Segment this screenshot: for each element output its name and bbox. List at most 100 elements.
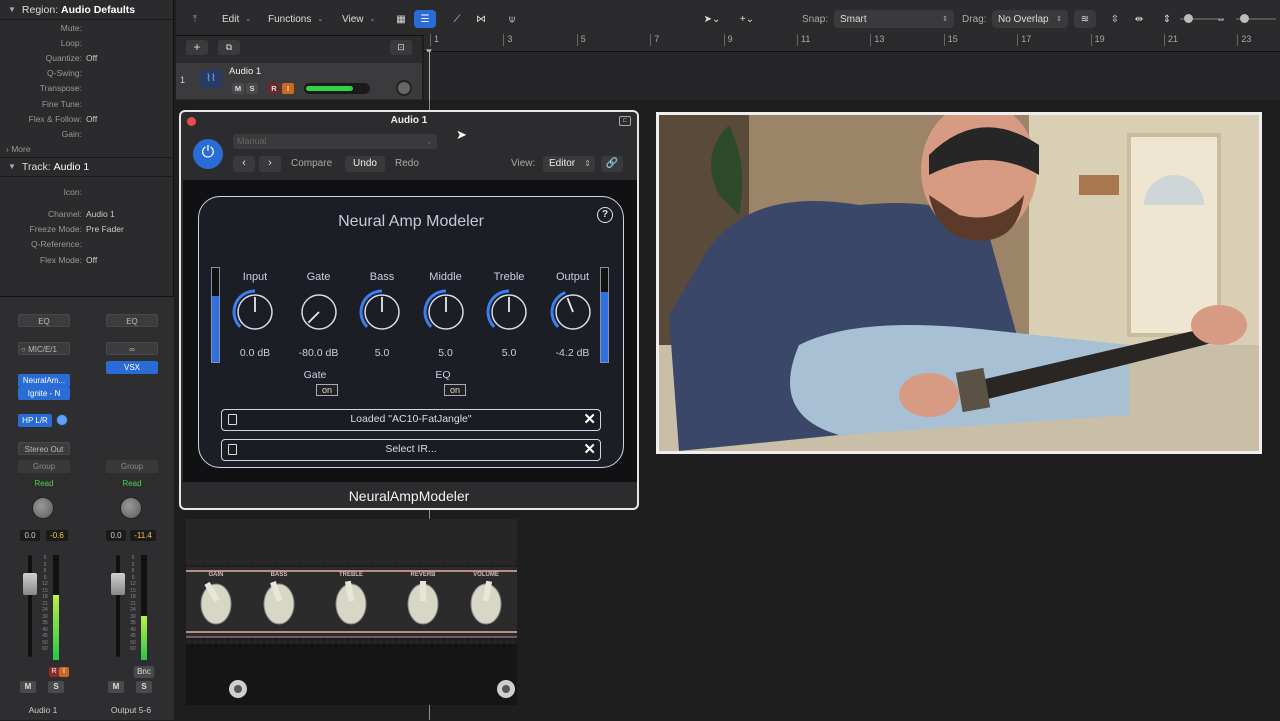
mute-button[interactable]: M — [20, 681, 36, 693]
bar-ruler[interactable]: 1 3 5 7 9 11 13 15 17 19 21 23 — [424, 34, 1280, 52]
plugin-slot-neuralamp[interactable]: NeuralAm... — [18, 374, 70, 387]
redo-button[interactable]: Redo — [395, 158, 419, 169]
group-slot[interactable]: Group — [106, 460, 158, 473]
pencil-tool-icon[interactable]: +⌄ — [732, 10, 762, 28]
bounce-button[interactable]: Bnc — [134, 666, 154, 678]
property-value[interactable]: Audio 1 — [86, 209, 173, 219]
property-row[interactable]: Q-Reference: — [0, 237, 173, 252]
send-slot[interactable]: HP L/R — [18, 414, 52, 427]
input-monitor-button[interactable]: I — [59, 667, 69, 677]
preset-selector[interactable]: Manual ⌄ — [233, 134, 437, 149]
vertical-fit-icon[interactable]: ⇳ — [1104, 10, 1126, 28]
add-track-icon[interactable]: + — [186, 40, 208, 55]
solo-button[interactable]: S — [136, 681, 152, 693]
horizontal-zoom-slider[interactable] — [1236, 14, 1276, 23]
view-menu[interactable]: View ⌄ — [336, 10, 381, 28]
automation-icon[interactable]: ⟋ — [446, 10, 468, 28]
disclosure-down-icon[interactable]: ▼ — [8, 5, 16, 14]
knob-input[interactable] — [232, 289, 278, 335]
help-icon[interactable]: ? — [597, 207, 613, 223]
track-inspector-header[interactable]: ▼ Track: Audio 1 — [0, 156, 173, 177]
vertical-zoom-icon[interactable]: ⇕ — [1156, 10, 1178, 28]
disclosure-down-icon[interactable]: ▼ — [8, 162, 16, 171]
file-icon[interactable] — [228, 444, 237, 455]
knob-bass[interactable] — [359, 289, 405, 335]
undo-button[interactable]: Undo — [345, 156, 385, 172]
track-pan-knob[interactable] — [396, 80, 412, 96]
property-row[interactable]: Icon: — [0, 177, 173, 207]
gate-toggle[interactable]: on — [316, 384, 338, 396]
property-row[interactable]: Mute: — [0, 20, 173, 35]
record-enable-button[interactable]: R — [49, 667, 59, 677]
knob-output[interactable] — [550, 289, 596, 335]
eq-toggle[interactable]: on — [444, 384, 466, 396]
region-inspector-header[interactable]: ▼ Region: Audio Defaults — [0, 0, 173, 20]
eq-thumbnail[interactable]: EQ — [18, 314, 70, 327]
property-value[interactable]: Pre Fader — [86, 224, 173, 234]
volume-fader-handle[interactable] — [23, 573, 37, 595]
property-row[interactable]: Gain: — [0, 126, 173, 141]
duplicate-track-icon[interactable]: ⧉ — [218, 40, 240, 55]
link-icon[interactable]: 🔗 — [601, 156, 623, 172]
volume-fader-track[interactable] — [116, 555, 120, 657]
knob-gate[interactable] — [296, 289, 342, 335]
track-mute-button[interactable]: M — [232, 83, 244, 94]
property-value[interactable]: Off — [86, 255, 173, 265]
model-file-row[interactable]: Loaded "AC10-FatJangle" ✕ — [221, 409, 601, 431]
track-volume-slider[interactable] — [304, 83, 370, 94]
horizontal-zoom-icon[interactable]: ⇔ — [1210, 10, 1232, 28]
volume-fader-track[interactable] — [28, 555, 32, 657]
knob-treble[interactable] — [486, 289, 532, 335]
view-select[interactable]: Editor ⇕ — [543, 156, 595, 172]
edit-menu[interactable]: Edit ⌄ — [216, 10, 257, 28]
pan-knob[interactable] — [32, 497, 54, 519]
flex-icon[interactable]: ⋈ — [470, 10, 492, 28]
channel-name[interactable]: Audio 1 — [0, 705, 86, 715]
plugin-slot-ignite[interactable]: Ignite - N — [18, 387, 70, 400]
drag-select[interactable]: No Overlap ⇕ — [992, 10, 1068, 28]
property-value[interactable]: Off — [86, 114, 173, 124]
property-row[interactable]: Transpose: — [0, 81, 173, 96]
slider-thumb[interactable] — [1240, 14, 1249, 23]
input-slot[interactable]: ∞ — [106, 342, 158, 355]
property-row[interactable]: Flex & Follow: Off — [0, 111, 173, 126]
track-name[interactable]: Audio 1 — [229, 66, 261, 77]
channel-name[interactable]: Output 5-6 — [88, 705, 174, 715]
compare-button[interactable]: Compare — [291, 158, 332, 169]
clear-ir-icon[interactable]: ✕ — [583, 442, 596, 457]
knob-middle[interactable] — [423, 289, 469, 335]
input-slot[interactable]: ○ MIC/E/1 — [18, 342, 70, 355]
group-slot[interactable]: Group — [18, 460, 70, 473]
next-preset-icon[interactable]: › — [259, 156, 281, 172]
volume-fader-handle[interactable] — [111, 573, 125, 595]
volume-readout[interactable]: 0.0 — [106, 530, 126, 541]
more-section[interactable]: › More — [0, 142, 173, 157]
catch-playhead-icon[interactable]: ⤒ — [184, 10, 206, 28]
clear-model-icon[interactable]: ✕ — [583, 412, 596, 427]
snap-select[interactable]: Smart ⇕ — [834, 10, 954, 28]
plugin-slot-vsx[interactable]: VSX — [106, 361, 158, 374]
pointer-tool-icon[interactable]: ➤⌄ — [696, 10, 728, 28]
output-slot[interactable]: Stereo Out — [18, 442, 70, 455]
send-level-knob[interactable] — [56, 414, 68, 426]
property-row[interactable]: Quantize: Off — [0, 50, 173, 65]
functions-menu[interactable]: Functions ⌄ — [262, 10, 329, 28]
property-row[interactable]: Freeze Mode: Pre Fader — [0, 222, 173, 237]
waveform-zoom-icon[interactable]: ≋ — [1074, 10, 1096, 28]
solo-button[interactable]: S — [48, 681, 64, 693]
track-input-monitor-button[interactable]: I — [282, 83, 294, 94]
track-solo-button[interactable]: S — [246, 83, 258, 94]
link-window-icon[interactable]: ⊏ — [619, 116, 631, 126]
close-window-icon[interactable] — [187, 117, 196, 126]
property-row[interactable]: Q-Swing: — [0, 66, 173, 81]
volume-readout[interactable]: 0.0 — [20, 530, 40, 541]
horizontal-fit-icon[interactable]: ⇹ — [1128, 10, 1150, 28]
arrange-area[interactable] — [424, 52, 1280, 100]
eq-thumbnail[interactable]: EQ — [106, 314, 158, 327]
property-row[interactable]: Channel: Audio 1 — [0, 207, 173, 222]
list-view-icon[interactable]: ☰ — [414, 10, 436, 28]
slider-thumb[interactable] — [1184, 14, 1193, 23]
previous-preset-icon[interactable]: ‹ — [233, 156, 255, 172]
file-icon[interactable] — [228, 414, 237, 425]
automation-mode[interactable]: Read — [106, 477, 158, 490]
